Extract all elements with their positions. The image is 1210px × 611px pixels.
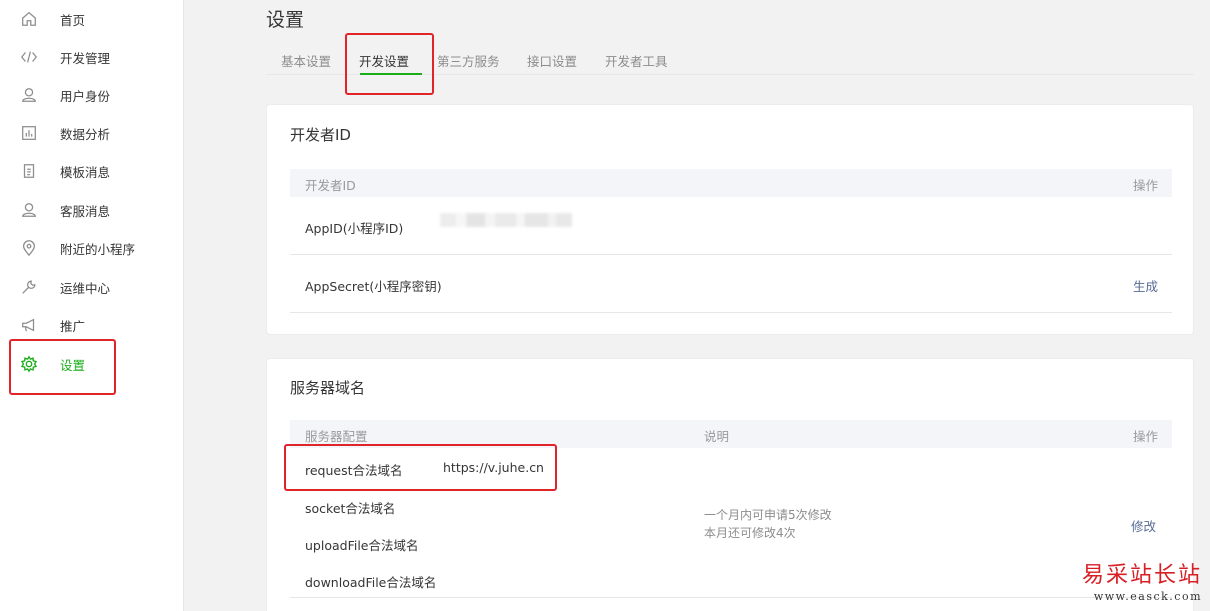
megaphone-icon — [19, 315, 39, 335]
watermark: 易采站长站 www.easck.com — [1082, 557, 1206, 607]
sidebar-item-promotion[interactable]: 推广 — [0, 306, 183, 344]
sidebar-item-settings[interactable]: 设置 — [0, 345, 183, 383]
request-domain-value: https://v.juhe.cn — [443, 460, 544, 475]
sidebar-item-label: 开发管理 — [60, 50, 111, 66]
uploadfile-domain-label: uploadFile合法域名 — [305, 538, 419, 553]
tab-dev-tools[interactable]: 开发者工具 — [605, 51, 668, 70]
wrench-icon — [19, 277, 39, 297]
sidebar-item-label: 首页 — [60, 12, 86, 28]
tab-basic-settings[interactable]: 基本设置 — [281, 51, 331, 70]
table-header: 开发者ID 操作 — [290, 169, 1172, 197]
code-icon — [19, 47, 39, 67]
tab-dev-settings[interactable]: 开发设置 — [359, 51, 409, 70]
sidebar: 首页 开发管理 用户身份 数据分析 模板消息 客服消息 附近的小程序 运维中心 … — [0, 0, 184, 611]
downloadfile-domain-label: downloadFile合法域名 — [305, 575, 437, 590]
chart-icon — [19, 123, 39, 143]
home-icon — [19, 9, 39, 29]
request-domain-label: request合法域名 — [305, 463, 403, 478]
main-content: 设置 基本设置 开发设置 第三方服务 接口设置 开发者工具 开发者ID 开发者I… — [184, 0, 1210, 611]
sidebar-item-label: 设置 — [60, 357, 86, 373]
column-header-action: 操作 — [1132, 429, 1158, 444]
appsecret-label: AppSecret(小程序密钥) — [305, 279, 442, 294]
sidebar-item-label: 客服消息 — [60, 203, 111, 219]
sidebar-item-template-messages[interactable]: 模板消息 — [0, 152, 183, 190]
column-header-action: 操作 — [1132, 178, 1158, 193]
location-icon — [19, 238, 39, 258]
sidebar-item-label: 用户身份 — [60, 88, 111, 104]
table-row: AppSecret(小程序密钥) 生成 — [290, 255, 1172, 313]
sidebar-item-dev-management[interactable]: 开发管理 — [0, 38, 183, 76]
sidebar-item-data-analysis[interactable]: 数据分析 — [0, 114, 183, 152]
sidebar-item-customer-messages[interactable]: 客服消息 — [0, 191, 183, 229]
sidebar-item-user-identity[interactable]: 用户身份 — [0, 76, 183, 114]
sidebar-item-nearby-miniprogram[interactable]: 附近的小程序 — [0, 229, 183, 267]
description-line: 一个月内可申请5次修改 — [704, 508, 832, 522]
description-line: 本月还可修改4次 — [704, 526, 796, 540]
column-header-developer-id: 开发者ID — [305, 178, 356, 193]
sidebar-item-label: 运维中心 — [60, 280, 111, 296]
page-title: 设置 — [266, 9, 305, 31]
watermark-url: www.easck.com — [1093, 590, 1202, 603]
user-icon — [19, 85, 39, 105]
watermark-text: 易采站长站 — [1081, 563, 1202, 588]
tab-bar: 基本设置 开发设置 第三方服务 接口设置 开发者工具 — [266, 46, 1194, 75]
column-header-description: 说明 — [704, 429, 730, 444]
sidebar-item-label: 数据分析 — [60, 126, 111, 142]
divider — [290, 597, 1172, 598]
sidebar-item-home[interactable]: 首页 — [0, 0, 183, 38]
sidebar-item-label: 推广 — [60, 318, 86, 334]
tab-third-party[interactable]: 第三方服务 — [437, 51, 500, 70]
modify-link[interactable]: 修改 — [1131, 516, 1156, 535]
tab-interface-settings[interactable]: 接口设置 — [527, 51, 577, 70]
socket-domain-label: socket合法域名 — [305, 501, 396, 516]
card-title: 开发者ID — [290, 126, 351, 144]
table-row: AppID(小程序ID) — [290, 197, 1172, 255]
active-tab-indicator — [360, 73, 422, 75]
server-domain-card: 服务器域名 服务器配置 说明 操作 request合法域名 https://v.… — [266, 358, 1194, 611]
developer-id-card: 开发者ID 开发者ID 操作 AppID(小程序ID) AppSecret(小程… — [266, 104, 1194, 335]
sidebar-item-label: 模板消息 — [60, 164, 111, 180]
customer-service-icon — [19, 200, 39, 220]
gear-icon — [19, 354, 39, 374]
sidebar-item-label: 附近的小程序 — [60, 241, 136, 257]
card-title: 服务器域名 — [290, 379, 366, 397]
appid-label: AppID(小程序ID) — [305, 221, 404, 236]
sidebar-item-ops-center[interactable]: 运维中心 — [0, 268, 183, 306]
appid-value-obscured — [440, 213, 572, 227]
generate-secret-link[interactable]: 生成 — [1133, 276, 1158, 295]
column-header-server-config: 服务器配置 — [305, 429, 368, 444]
document-icon — [19, 161, 39, 181]
modify-description: 一个月内可申请5次修改 本月还可修改4次 — [704, 506, 832, 542]
table-header: 服务器配置 说明 操作 — [290, 420, 1172, 448]
